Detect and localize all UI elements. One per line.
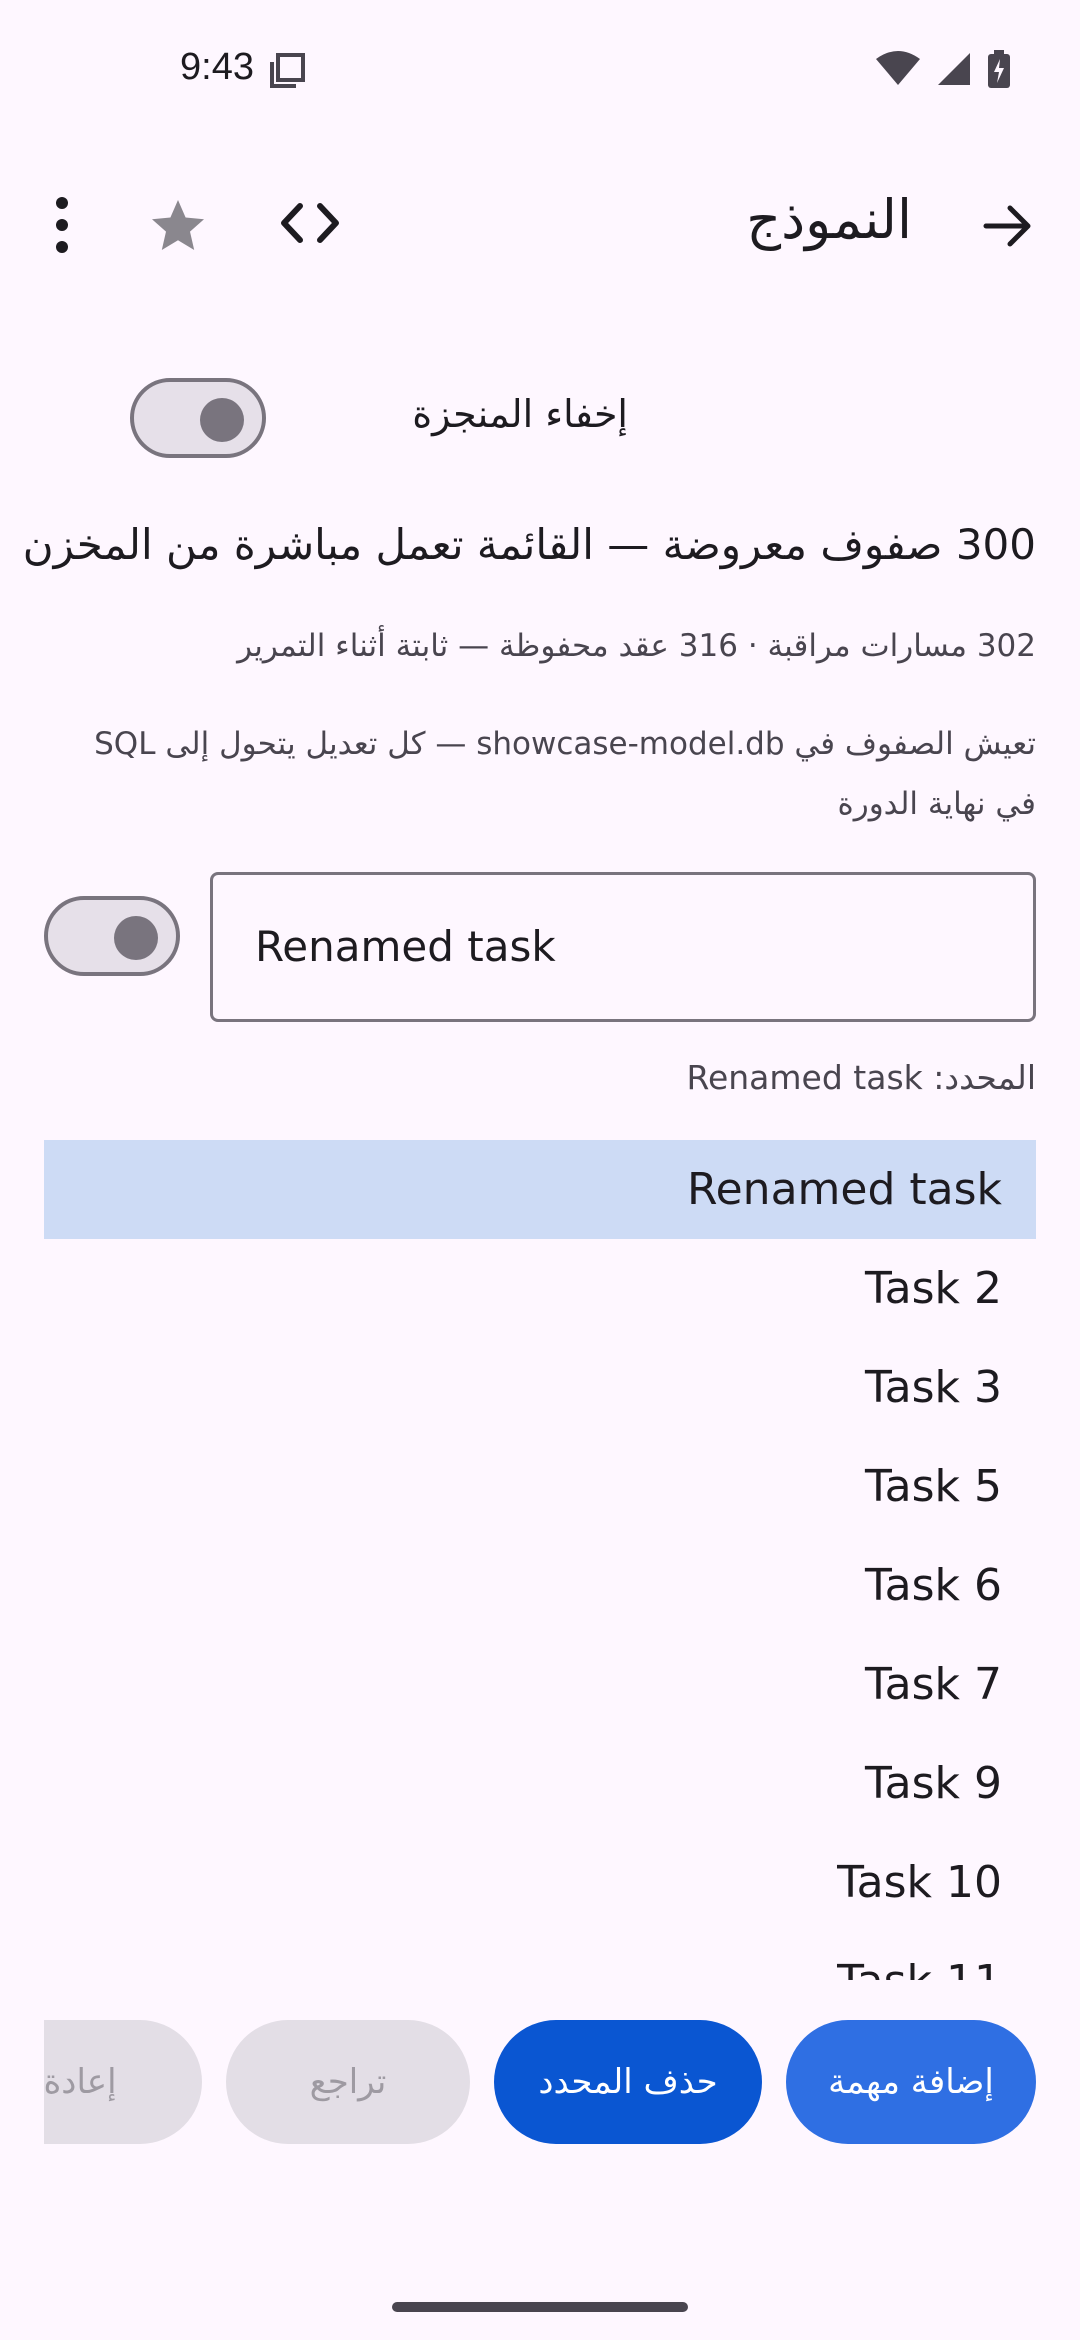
switch-knob [114, 916, 158, 960]
task-row[interactable]: Task 9 [44, 1734, 1036, 1833]
code-icon[interactable] [280, 196, 340, 250]
home-indicator[interactable] [392, 2302, 688, 2312]
task-row-selected[interactable]: Renamed task [44, 1140, 1036, 1239]
rows-headline: 300 صفوف معروضة — القائمة تعمل مباشرة من… [22, 520, 1036, 569]
delete-selected-button[interactable]: حذف المحدد [494, 2020, 762, 2144]
star-icon[interactable] [148, 196, 208, 256]
stats-text: 302 مسارات مراقبة · 316 عقد محفوظة — ثاب… [237, 628, 1036, 664]
action-buttons: إضافة مهمة حذف المحدد تراجع إعادة [44, 2020, 1036, 2144]
hide-done-label: إخفاء المنجزة [412, 392, 628, 436]
task-row[interactable]: Task 7 [44, 1635, 1036, 1734]
signal-icon [938, 53, 970, 85]
selected-label: المحدد: Renamed task [686, 1058, 1036, 1097]
wifi-icon [876, 51, 920, 85]
db-note: تعيش الصفوف في showcase-model.db — كل تع… [94, 726, 1036, 822]
battery-icon [988, 50, 1010, 88]
more-vert-icon[interactable] [50, 196, 74, 254]
task-row[interactable]: Task 2 [44, 1239, 1036, 1338]
task-row[interactable]: Task 11 [44, 1932, 1036, 1980]
task-row[interactable]: Task 3 [44, 1338, 1036, 1437]
status-icons [876, 50, 1010, 88]
hide-done-switch[interactable] [130, 378, 266, 458]
status-time: 9:43 [180, 46, 254, 88]
task-row[interactable]: Task 10 [44, 1833, 1036, 1932]
page-title: النموذج [746, 188, 912, 251]
task-list[interactable]: Renamed task Task 2 Task 3 Task 5 Task 6… [44, 1140, 1036, 1980]
task-done-switch[interactable] [44, 896, 180, 976]
redo-button[interactable]: إعادة [44, 2020, 202, 2144]
undo-button[interactable]: تراجع [226, 2020, 470, 2144]
task-name-input[interactable]: Renamed task [210, 872, 1036, 1022]
screenshot-icon [270, 53, 305, 88]
task-row[interactable]: Task 6 [44, 1536, 1036, 1635]
back-arrow-icon[interactable] [978, 196, 1038, 256]
add-task-button[interactable]: إضافة مهمة [786, 2020, 1036, 2144]
switch-knob [200, 398, 244, 442]
task-row[interactable]: Task 5 [44, 1437, 1036, 1536]
